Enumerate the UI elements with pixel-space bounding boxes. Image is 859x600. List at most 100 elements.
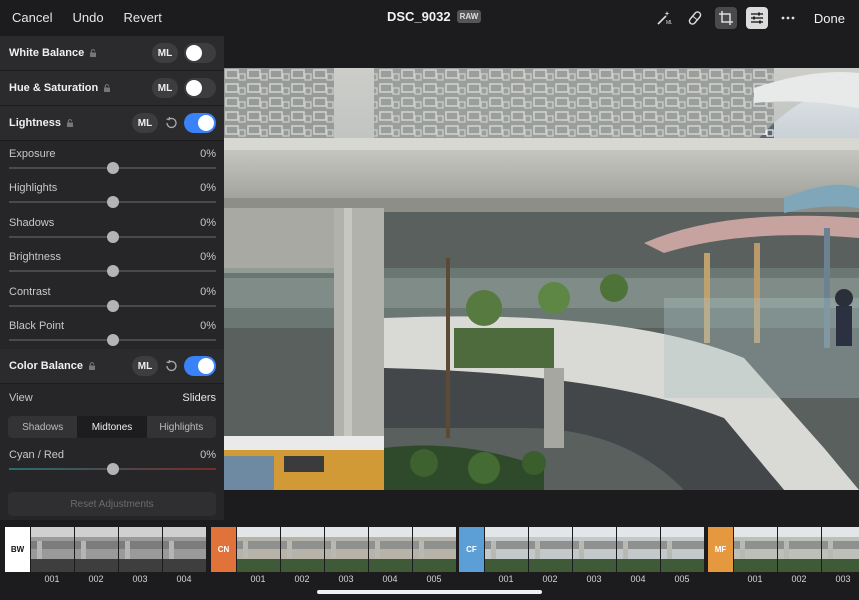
slider-exposure[interactable]: Exposure 0%: [0, 141, 224, 175]
color-balance-header[interactable]: Color Balance ML: [0, 349, 224, 385]
lightness-sliders: Exposure 0% Highlights 0% Shadows 0% Brightnes…: [0, 141, 224, 347]
preset-thumbnail-label: 005: [426, 574, 442, 584]
healing-brush-icon[interactable]: [684, 7, 706, 29]
preset-group-cf: CF: [459, 527, 704, 572]
preset-thumbnail-label: 001: [498, 574, 514, 584]
slider-thumb[interactable]: [106, 463, 119, 476]
lock-icon: [104, 84, 111, 92]
section-title: Color Balance: [9, 360, 83, 373]
preset-thumbnail-label: 001: [44, 574, 60, 584]
slider-shadows[interactable]: Shadows 0%: [0, 210, 224, 244]
preset-thumbnail[interactable]: [660, 527, 704, 572]
slider-black-point[interactable]: Black Point 0%: [0, 313, 224, 347]
preset-thumbnail-label: 001: [747, 574, 763, 584]
reset-adjustments-button[interactable]: Reset Adjustments: [8, 492, 216, 516]
lock-icon: [66, 119, 73, 127]
segment-midtones[interactable]: Midtones: [77, 416, 147, 439]
slider-value: 0%: [200, 285, 216, 298]
lightness-toggle[interactable]: [184, 113, 216, 133]
view-value[interactable]: Sliders: [182, 392, 216, 404]
ml-button[interactable]: ML: [132, 356, 158, 377]
slider-value: 0%: [200, 319, 216, 332]
segment-shadows[interactable]: Shadows: [8, 416, 77, 438]
undo-button[interactable]: Undo: [72, 10, 103, 25]
reset-icon[interactable]: [164, 116, 178, 130]
preset-thumbnail-label: 002: [88, 574, 104, 584]
preset-thumbnail-label: 003: [132, 574, 148, 584]
reset-icon[interactable]: [164, 359, 178, 373]
slider-thumb[interactable]: [106, 265, 119, 278]
preset-thumbnail[interactable]: [280, 527, 324, 572]
slider-value: 0%: [200, 182, 216, 195]
hue-saturation-header[interactable]: Hue & Saturation ML: [0, 71, 224, 106]
slider-label: Exposure: [9, 148, 56, 160]
preset-thumbnail[interactable]: [821, 527, 859, 572]
magic-wand-icon[interactable]: ML: [653, 7, 675, 29]
photo-canvas[interactable]: [224, 68, 859, 490]
lock-icon: [90, 49, 97, 57]
slider-value: 0%: [200, 148, 216, 160]
ml-button[interactable]: ML: [152, 43, 178, 63]
svg-text:ML: ML: [666, 20, 672, 26]
more-icon[interactable]: [777, 7, 799, 29]
preset-thumbnail[interactable]: [324, 527, 368, 572]
preset-thumbnail[interactable]: [30, 527, 74, 572]
ml-button[interactable]: ML: [152, 78, 178, 98]
preset-thumbnail[interactable]: [368, 527, 412, 572]
preset-group-tag[interactable]: MF: [708, 527, 733, 572]
home-indicator[interactable]: [317, 590, 542, 594]
hue-saturation-toggle[interactable]: [184, 78, 216, 98]
section-title: Hue & Saturation: [9, 82, 99, 94]
view-row[interactable]: View Sliders: [0, 384, 224, 414]
preset-thumbnail-label: 004: [630, 574, 646, 584]
preset-thumbnail[interactable]: [777, 527, 821, 572]
revert-button[interactable]: Revert: [124, 10, 162, 25]
preset-thumbnail-label: 003: [835, 574, 851, 584]
segment-highlights[interactable]: Highlights: [147, 416, 216, 438]
slider-brightness[interactable]: Brightness 0%: [0, 244, 224, 278]
cancel-button[interactable]: Cancel: [12, 10, 52, 25]
cyan-red-slider[interactable]: Cyan / Red 0%: [0, 442, 224, 476]
preset-group-tag[interactable]: CN: [211, 527, 236, 572]
preset-thumbnail[interactable]: [528, 527, 572, 572]
slider-thumb[interactable]: [106, 333, 119, 346]
preset-thumbnail[interactable]: [74, 527, 118, 572]
preset-group-tag[interactable]: CF: [459, 527, 484, 572]
adjustments-panel: White Balance ML Hue & Saturation ML Lig…: [0, 36, 224, 520]
section-title: Lightness: [9, 117, 61, 129]
preset-thumbnail[interactable]: [236, 527, 280, 572]
white-balance-header[interactable]: White Balance ML: [0, 36, 224, 71]
slider-value: 0%: [200, 251, 216, 264]
photo-image: [224, 68, 859, 490]
preset-filmstrip: 001 002 003 004 BW 001 002 003 004 005 CN 001 002 003…: [0, 527, 859, 587]
slider-label: Cyan / Red: [9, 449, 65, 462]
preset-thumbnail[interactable]: [733, 527, 777, 572]
preset-thumbnail[interactable]: [572, 527, 616, 572]
crop-icon[interactable]: [714, 7, 737, 29]
slider-thumb[interactable]: [106, 299, 119, 312]
done-button[interactable]: Done: [814, 11, 845, 26]
slider-thumb[interactable]: [106, 196, 119, 209]
white-balance-toggle[interactable]: [184, 43, 216, 63]
color-balance-toggle[interactable]: [184, 356, 216, 377]
ml-button[interactable]: ML: [132, 113, 158, 133]
preset-thumbnail[interactable]: [412, 527, 456, 572]
preset-thumbnail-label: 005: [674, 574, 690, 584]
slider-contrast[interactable]: Contrast 0%: [0, 279, 224, 313]
preset-thumbnail[interactable]: [616, 527, 660, 572]
slider-thumb[interactable]: [106, 230, 119, 243]
slider-label: Highlights: [9, 182, 58, 195]
slider-highlights[interactable]: Highlights 0%: [0, 175, 224, 209]
lightness-header[interactable]: Lightness ML: [0, 106, 224, 141]
preset-thumbnail[interactable]: [484, 527, 528, 572]
preset-thumbnail[interactable]: [118, 527, 162, 572]
slider-thumb[interactable]: [106, 162, 119, 174]
preset-group-tag[interactable]: BW: [5, 527, 30, 572]
preset-group-cn: CN: [211, 527, 456, 572]
preset-thumbnail-label: 002: [791, 574, 807, 584]
adjustments-icon[interactable]: [745, 7, 768, 29]
preset-thumbnail-label: 002: [542, 574, 558, 584]
raw-badge: RAW: [456, 10, 482, 23]
view-label: View: [9, 392, 33, 405]
preset-thumbnail[interactable]: [162, 527, 206, 572]
